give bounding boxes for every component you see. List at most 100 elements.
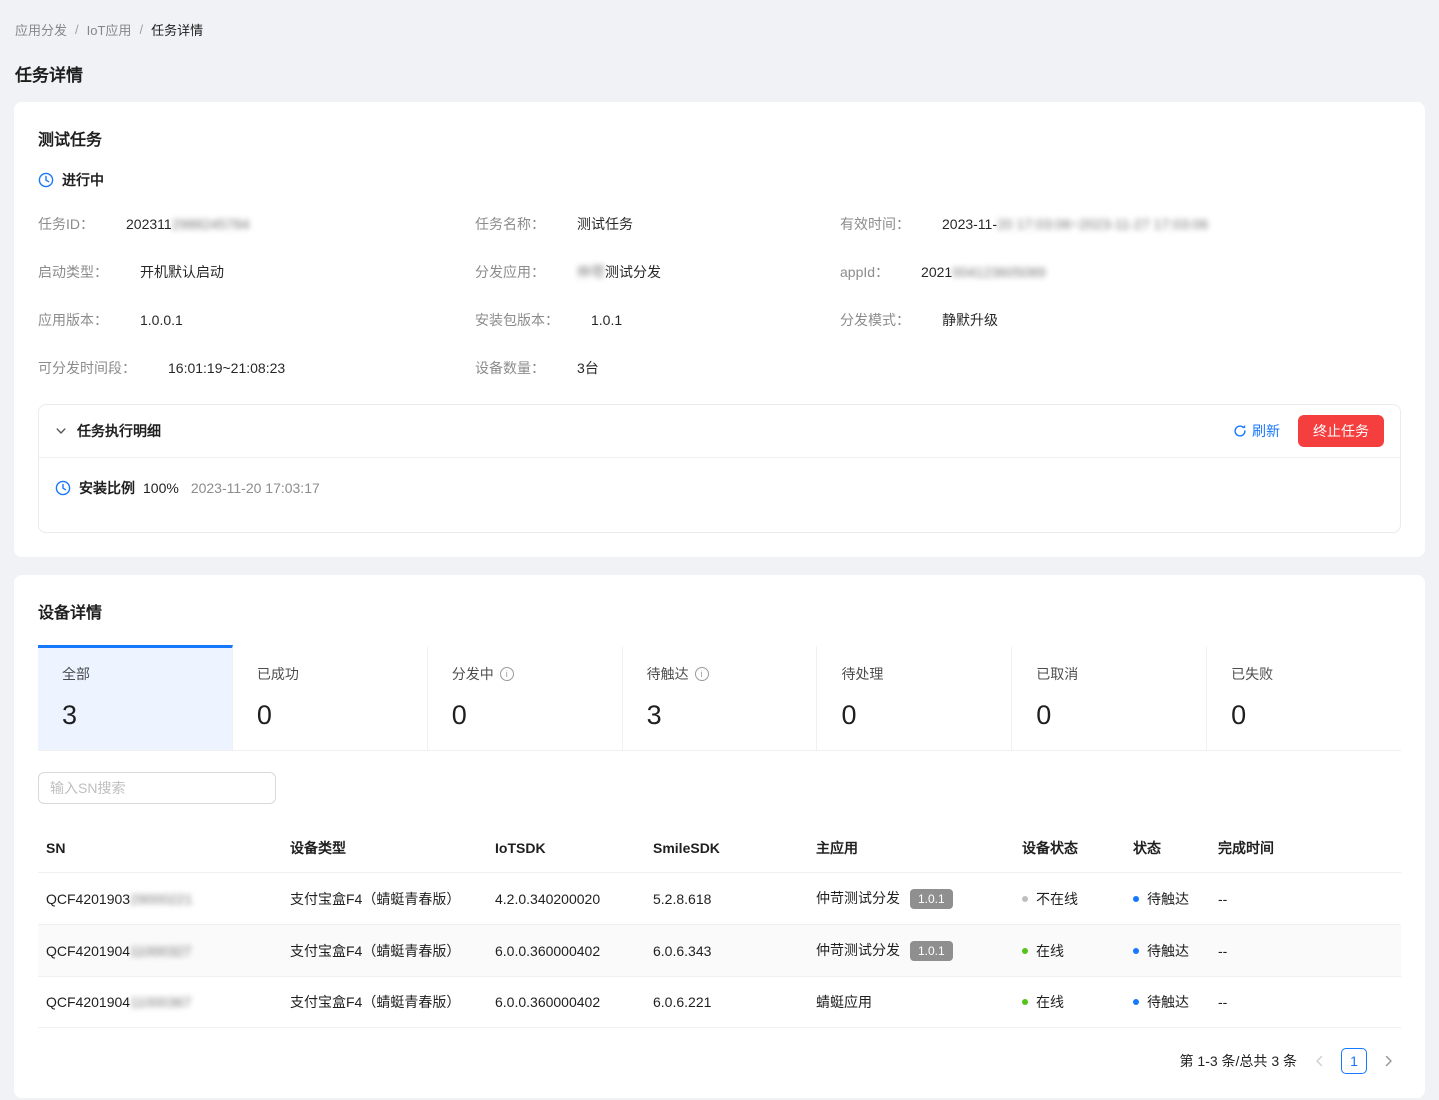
cell-smilesdk: 5.2.8.618 [645,873,808,925]
cell-finish-time: -- [1210,977,1401,1028]
task-status-row: 进行中 [38,170,1401,190]
pagination-page-1[interactable]: 1 [1341,1048,1367,1074]
cell-smilesdk: 6.0.6.343 [645,925,808,977]
table-row[interactable]: QCF420190411000327 支付宝盒F4（蜻蜓青春版） 6.0.0.3… [38,925,1401,977]
field-valid-time: 有效时间： 2023-11-20 17:03:06~2023-11-27 17:… [840,214,1401,234]
cell-device-status: 在线 [1014,977,1125,1028]
cell-status: 待触达 [1125,873,1210,925]
exec-detail-header[interactable]: 任务执行明细 刷新 终止任务 [39,405,1400,458]
status-dot [1022,896,1028,902]
pagination-prev-button[interactable] [1307,1049,1331,1073]
col-header-finish-time: 完成时间 [1210,824,1401,873]
tab-failed[interactable]: 已失败 0 [1207,645,1401,750]
col-header-status: 状态 [1125,824,1210,873]
tab-distributing[interactable]: 分发中i 0 [428,645,623,750]
breadcrumb-task-detail: 任务详情 [151,20,203,39]
table-row[interactable]: QCF420190411000367 支付宝盒F4（蜻蜓青春版） 6.0.0.3… [38,977,1401,1028]
clock-icon [55,480,71,496]
status-dot [1133,948,1139,954]
device-table: SN 设备类型 IoTSDK SmileSDK 主应用 设备状态 状态 完成时间… [38,824,1401,1028]
tab-succeeded-count: 0 [257,700,403,730]
info-icon[interactable]: i [695,667,709,681]
exec-detail-box: 任务执行明细 刷新 终止任务 安装比例 100% 2023- [38,404,1401,533]
field-device-count: 设备数量： 3台 [475,358,840,378]
terminate-task-button[interactable]: 终止任务 [1298,415,1384,447]
breadcrumb-iot-app[interactable]: IoT应用 [87,20,132,39]
app-version-badge: 1.0.1 [910,941,953,961]
field-dist-mode: 分发模式： 静默升级 [840,310,1401,330]
redacted-text: 11000367 [130,994,191,1010]
tab-failed-count: 0 [1231,700,1377,730]
cell-main-app: 蜻蜓应用 [808,977,1014,1028]
status-dot [1133,999,1139,1005]
refresh-icon [1233,424,1247,438]
status-dot [1133,896,1139,902]
device-detail-card: 设备详情 全部 3 已成功 0 分发中i 0 待触达i 3 待处理 0 [14,575,1425,1098]
cell-sn: QCF420190411000327 [38,925,282,977]
sn-search-input[interactable] [38,772,276,804]
cell-sn: QCF420190411000367 [38,977,282,1028]
tab-pending[interactable]: 待处理 0 [817,645,1012,750]
status-dot [1022,948,1028,954]
cell-device-type: 支付宝盒F4（蜻蜓青春版） [282,873,487,925]
install-ratio-value: 100% [143,480,179,496]
tab-all-count: 3 [62,700,208,730]
pagination-total: 第 1-3 条/总共 3 条 [1180,1051,1297,1071]
col-header-smilesdk: SmileSDK [645,824,808,873]
refresh-button[interactable]: 刷新 [1233,421,1280,441]
cell-sn: QCF420190329000221 [38,873,282,925]
cell-device-status: 不在线 [1014,873,1125,925]
device-detail-title: 设备详情 [38,599,1401,623]
cell-status: 待触达 [1125,925,1210,977]
cell-iotsdk: 4.2.0.340200020 [487,873,645,925]
task-status-text: 进行中 [62,170,104,190]
redacted-text: 004123605089 [952,264,1045,280]
field-dist-app: 分发应用： 仲苛测试分发 [475,262,840,282]
app-version-badge: 1.0.1 [910,889,953,909]
exec-detail-body: 安装比例 100% 2023-11-20 17:03:17 [39,458,1400,532]
field-app-version: 应用版本： 1.0.0.1 [38,310,475,330]
task-detail-card: 测试任务 进行中 任务ID： 2023112988245784 任务名称： 测试… [14,102,1425,557]
info-icon[interactable]: i [500,667,514,681]
breadcrumb-app-distribution[interactable]: 应用分发 [15,20,67,39]
tab-pending-count: 0 [841,700,987,730]
cell-main-app: 仲苛测试分发1.0.1 [808,925,1014,977]
col-header-iotsdk: IoTSDK [487,824,645,873]
tab-to-reach[interactable]: 待触达i 3 [623,645,818,750]
chevron-down-icon [55,425,67,437]
field-task-id: 任务ID： 2023112988245784 [38,214,475,234]
redacted-text: 2988245784 [172,216,250,232]
cell-smilesdk: 6.0.6.221 [645,977,808,1028]
tab-succeeded[interactable]: 已成功 0 [233,645,428,750]
field-pkg-version: 安装包版本： 1.0.1 [475,310,840,330]
install-ratio-label: 安装比例 [79,478,135,498]
page: 应用分发 / IoT应用 / 任务详情 任务详情 测试任务 进行中 任务ID： … [0,0,1439,1100]
field-time-range: 可分发时间段： 16:01:19~21:08:23 [38,358,475,378]
redacted-text: 20 17:03:06~2023-11-27 17:03:06 [997,216,1208,232]
table-header-row: SN 设备类型 IoTSDK SmileSDK 主应用 设备状态 状态 完成时间 [38,824,1401,873]
pagination-next-button[interactable] [1377,1049,1401,1073]
field-launch-type: 启动类型： 开机默认启动 [38,262,475,282]
device-status-tabs: 全部 3 已成功 0 分发中i 0 待触达i 3 待处理 0 已取消 0 [38,645,1401,751]
tab-cancelled[interactable]: 已取消 0 [1012,645,1207,750]
tab-all[interactable]: 全部 3 [38,645,233,750]
clock-icon [38,172,54,188]
page-title: 任务详情 [14,61,1425,86]
cell-main-app: 仲苛测试分发1.0.1 [808,873,1014,925]
col-header-device-type: 设备类型 [282,824,487,873]
exec-detail-title: 任务执行明细 [77,421,161,441]
col-header-sn: SN [38,824,282,873]
field-app-id: appId： 2021004123605089 [840,262,1401,282]
cell-status: 待触达 [1125,977,1210,1028]
table-row[interactable]: QCF420190329000221 支付宝盒F4（蜻蜓青春版） 4.2.0.3… [38,873,1401,925]
breadcrumb-separator: / [75,22,79,37]
task-title: 测试任务 [38,126,1401,150]
field-task-name: 任务名称： 测试任务 [475,214,840,234]
cell-device-status: 在线 [1014,925,1125,977]
col-header-device-status: 设备状态 [1014,824,1125,873]
cell-iotsdk: 6.0.0.360000402 [487,925,645,977]
cell-device-type: 支付宝盒F4（蜻蜓青春版） [282,977,487,1028]
breadcrumb: 应用分发 / IoT应用 / 任务详情 [14,20,1425,39]
install-ratio-time: 2023-11-20 17:03:17 [191,480,320,496]
tab-distributing-count: 0 [452,700,598,730]
